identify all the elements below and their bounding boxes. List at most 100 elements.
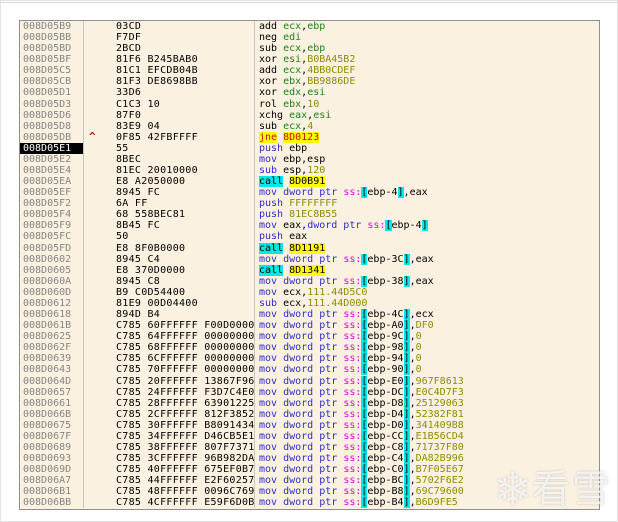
bytes-cell[interactable]: C785 40FFFFFF 675EF0B7: [84, 464, 255, 476]
disasm-row[interactable]: 008D05DB ^ 0F85 42FBFFFF jne 8D0123: [20, 131, 599, 143]
bytes-cell[interactable]: 81F3 DE8698BB: [84, 76, 255, 88]
disasm-row[interactable]: 008D05D6 87F0 xchg eax,esi: [20, 109, 599, 121]
instruction-cell[interactable]: push eax: [255, 231, 599, 242]
disasm-row[interactable]: 008D0639 C785 6CFFFFFF 00000000 mov dword …: [20, 353, 599, 365]
disasm-row[interactable]: 008D061B C785 60FFFFFF F00D0000 mov dword …: [20, 320, 599, 332]
disasm-row[interactable]: 008D0693 C785 3CFFFFFF 96B982DA mov dword …: [20, 453, 599, 465]
instruction-cell[interactable]: mov dword ptr ss:[ebp-CC],E1B56CD4: [255, 430, 599, 442]
address-cell[interactable]: 008D0689: [20, 441, 84, 454]
disasm-row[interactable]: 008D05BF 81F6 B245BAB0 xor esi,B0BA45B2: [20, 54, 599, 66]
bytes-cell[interactable]: C785 20FFFFFF 13867F96: [84, 375, 255, 387]
bytes-cell[interactable]: ^ 0F85 42FBFFFF: [84, 131, 255, 143]
disasm-row[interactable]: 008D0605 E8 370D0000 call 8D1341: [20, 264, 599, 276]
instruction-cell[interactable]: xchg eax,esi: [255, 110, 599, 121]
bytes-cell[interactable]: C785 24FFFFFF F3D7C4E0: [84, 386, 255, 398]
address-cell[interactable]: 008D0661: [20, 397, 84, 409]
address-cell[interactable]: 008D05F4: [20, 209, 84, 221]
address-cell[interactable]: 008D05D3: [20, 98, 84, 110]
instruction-cell[interactable]: mov dword ptr ss:[ebp-C0],B7F05E67: [255, 464, 599, 476]
bytes-cell[interactable]: 81F6 B245BAB0: [84, 54, 255, 66]
address-cell[interactable]: 008D05E4: [20, 165, 84, 177]
instruction-cell[interactable]: mov dword ptr ss:[ebp-C4],DA82B996: [255, 453, 599, 465]
disasm-row[interactable]: 008D0643 C785 70FFFFFF 00000000 mov dword …: [20, 364, 599, 376]
address-cell[interactable]: 008D0625: [20, 331, 84, 343]
instruction-cell[interactable]: mov ebp,esp: [255, 154, 599, 165]
disasm-row[interactable]: 008D066B C785 2CFFFFFF 812F3852 mov dword …: [20, 408, 599, 420]
bytes-cell[interactable]: C1C3 10: [84, 98, 255, 110]
address-cell[interactable]: 008D069D: [20, 464, 84, 476]
address-cell[interactable]: 008D05D1: [20, 87, 84, 99]
disasm-row[interactable]: 008D05BB F7DF neg edi: [20, 32, 599, 44]
disasm-row[interactable]: 008D05EA E8 A2050000 call 8D0B91: [20, 176, 599, 188]
bytes-cell[interactable]: 8945 FC: [84, 187, 255, 199]
address-cell[interactable]: 008D05FC: [20, 231, 84, 243]
bytes-cell[interactable]: 83E9 04: [84, 120, 255, 132]
disasm-row[interactable]: 008D060A 8945 C8 mov dword ptr ss:[ebp-38]…: [20, 275, 599, 287]
address-cell[interactable]: 008D05FD: [20, 242, 84, 254]
instruction-cell[interactable]: mov dword ptr ss:[ebp-3C],eax: [255, 253, 599, 265]
instruction-cell[interactable]: mov dword ptr ss:[ebp-E0],967F8613: [255, 375, 599, 387]
instruction-cell[interactable]: neg edi: [255, 32, 599, 43]
disasm-row[interactable]: 008D0661 C785 28FFFFFF 63901225 mov dword …: [20, 397, 599, 409]
instruction-cell[interactable]: mov dword ptr ss:[ebp-A0],DF0: [255, 320, 599, 332]
instruction-cell[interactable]: mov dword ptr ss:[ebp-90],0: [255, 364, 599, 376]
address-cell[interactable]: 008D067F: [20, 430, 84, 442]
disasm-row[interactable]: 008D06BB C785 4CFFFFFF E59F6D0B mov dword …: [20, 497, 599, 509]
disasm-row[interactable]: 008D0618 894D B4 mov dword ptr ss:[ebp-4C]…: [20, 309, 599, 321]
disasm-row[interactable]: 008D05F4 68 558BEC81 push 81EC8B55: [20, 209, 599, 221]
disasm-row[interactable]: 008D05E4 81EC 20010000 sub esp,120: [20, 165, 599, 177]
bytes-cell[interactable]: 81E9 00D04400: [84, 297, 255, 310]
address-cell[interactable]: 008D05C5: [20, 65, 84, 77]
disasm-row[interactable]: 008D0657 C785 24FFFFFF F3D7C4E0 mov dword …: [20, 386, 599, 398]
bytes-cell[interactable]: C785 6CFFFFFF 00000000: [84, 353, 255, 365]
bytes-cell[interactable]: 81C1 EFCDB04B: [84, 65, 255, 77]
disasm-row[interactable]: 008D05BD 2BCD sub ecx,ebp: [20, 43, 599, 55]
bytes-cell[interactable]: F7DF: [84, 32, 255, 44]
instruction-cell[interactable]: add ecx,4BB0CDEF: [255, 65, 599, 76]
address-cell[interactable]: 008D0602: [20, 253, 84, 265]
bytes-cell[interactable]: 6A FF: [84, 198, 255, 210]
instruction-cell[interactable]: mov dword ptr ss:[ebp-BC],5702F6E2: [255, 475, 599, 487]
address-cell[interactable]: 008D0618: [20, 309, 84, 321]
bytes-cell[interactable]: C785 38FFFFFF 807F7371: [84, 441, 255, 454]
address-cell[interactable]: 008D0612: [20, 297, 84, 310]
disasm-row[interactable]: 008D05E1 55 push ebp: [20, 142, 599, 154]
disasm-row[interactable]: 008D060D B9 C0D54400 mov ecx,111.44D5C0: [20, 286, 599, 298]
bytes-cell[interactable]: 81EC 20010000: [84, 165, 255, 177]
address-cell[interactable]: 008D061B: [20, 320, 84, 332]
address-cell[interactable]: 008D05D8: [20, 120, 84, 132]
disasm-row[interactable]: 008D06B1 C785 48FFFFFF 0096C769 mov dword …: [20, 486, 599, 498]
bytes-cell[interactable]: C785 64FFFFFF 00000000: [84, 331, 255, 343]
instruction-cell[interactable]: xor edx,esi: [255, 87, 599, 98]
bytes-cell[interactable]: C785 70FFFFFF 00000000: [84, 364, 255, 376]
instruction-cell[interactable]: mov dword ptr ss:[ebp-C8],71737F80: [255, 441, 599, 453]
bytes-cell[interactable]: E8 8F0B0000: [84, 242, 255, 254]
bytes-cell[interactable]: C785 60FFFFFF F00D0000: [84, 320, 255, 332]
instruction-cell[interactable]: mov dword ptr ss:[ebp-9C],0: [255, 331, 599, 343]
address-cell[interactable]: 008D05BF: [20, 54, 84, 66]
bytes-cell[interactable]: C785 28FFFFFF 63901225: [84, 397, 255, 409]
bytes-cell[interactable]: C785 44FFFFFF E2F60257: [84, 475, 255, 487]
bytes-cell[interactable]: C785 30FFFFFF B8091434: [84, 419, 255, 431]
instruction-cell[interactable]: mov eax,dword ptr ss:[ebp-4]: [255, 220, 599, 232]
disasm-row[interactable]: 008D0612 81E9 00D04400 sub ecx,111.44D000: [20, 297, 599, 310]
disasm-row[interactable]: 008D05CB 81F3 DE8698BB xor ebx,BB9886DE: [20, 76, 599, 88]
bytes-cell[interactable]: E8 370D0000: [84, 264, 255, 276]
bytes-cell[interactable]: C785 3CFFFFFF 96B982DA: [84, 453, 255, 465]
instruction-cell[interactable]: sub esp,120: [255, 165, 599, 176]
bytes-cell[interactable]: 87F0: [84, 109, 255, 121]
disasm-row[interactable]: 008D05D3 C1C3 10 rol ebx,10: [20, 98, 599, 110]
address-cell[interactable]: 008D060A: [20, 275, 84, 287]
instruction-cell[interactable]: push FFFFFFFF: [255, 198, 599, 209]
instruction-cell[interactable]: mov dword ptr ss:[ebp-D0],341409B8: [255, 419, 599, 431]
instruction-cell[interactable]: call 8D1191: [255, 242, 599, 254]
instruction-cell[interactable]: sub ecx,4: [255, 121, 599, 132]
instruction-cell[interactable]: mov dword ptr ss:[ebp-38],eax: [255, 275, 599, 287]
disasm-row[interactable]: 008D05F2 6A FF push FFFFFFFF: [20, 198, 599, 210]
bytes-cell[interactable]: 894D B4: [84, 309, 255, 321]
disasm-row[interactable]: 008D0602 8945 C4 mov dword ptr ss:[ebp-3C]…: [20, 253, 599, 265]
bytes-cell[interactable]: C785 48FFFFFF 0096C769: [84, 486, 255, 498]
instruction-cell[interactable]: mov ecx,111.44D5C0: [255, 287, 599, 298]
instruction-cell[interactable]: mov dword ptr ss:[ebp-B4],B6D9FE5: [255, 497, 599, 509]
bytes-cell[interactable]: 8BEC: [84, 153, 255, 166]
